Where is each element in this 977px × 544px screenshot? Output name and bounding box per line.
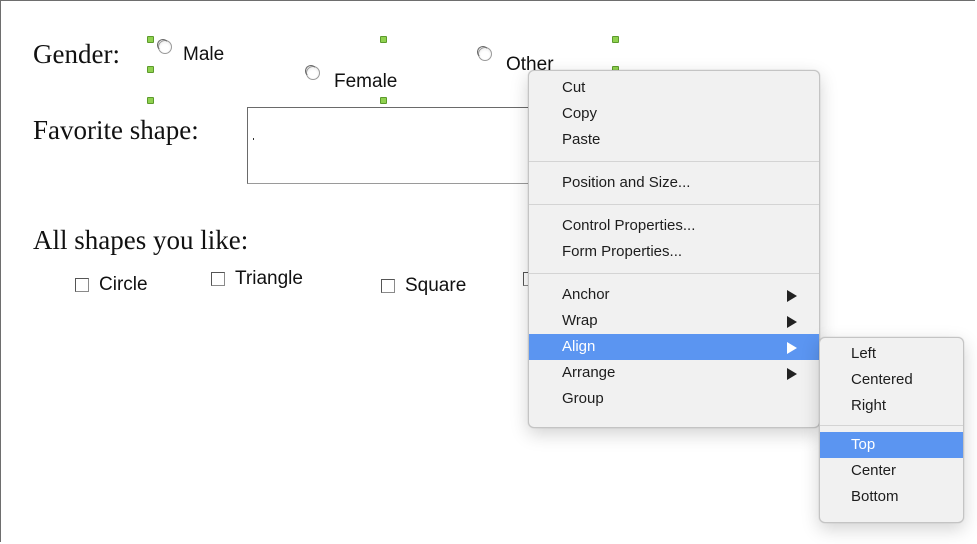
menu-item-arrange-label: Arrange xyxy=(562,364,616,381)
radio-female-label: Female xyxy=(334,71,398,92)
favorite-shape-input[interactable] xyxy=(247,107,537,184)
menu-item-control-properties[interactable]: Control Properties... xyxy=(529,213,819,239)
favorite-shape-label: Favorite shape: xyxy=(33,115,199,145)
align-right[interactable]: Right xyxy=(820,393,963,419)
align-top[interactable]: Top xyxy=(820,432,963,458)
align-left[interactable]: Left xyxy=(820,341,963,367)
menu-item-arrange[interactable]: Arrange xyxy=(529,360,819,386)
all-shapes-label: All shapes you like: xyxy=(33,225,249,255)
menu-item-wrap[interactable]: Wrap xyxy=(529,308,819,334)
menu-item-paste[interactable]: Paste xyxy=(529,127,819,153)
menu-item-wrap-label: Wrap xyxy=(562,312,598,329)
align-bottom[interactable]: Bottom xyxy=(820,484,963,510)
selection-handle[interactable] xyxy=(147,97,154,104)
menu-item-copy[interactable]: Copy xyxy=(529,101,819,127)
menu-item-anchor[interactable]: Anchor xyxy=(529,282,819,308)
align-submenu: Left Centered Right Top Center Bottom xyxy=(819,337,964,523)
checkbox-square[interactable] xyxy=(381,279,395,293)
selection-handle[interactable] xyxy=(380,36,387,43)
radio-male-label: Male xyxy=(183,44,225,65)
radio-male[interactable] xyxy=(158,40,172,54)
checkbox-circle-label: Circle xyxy=(99,274,148,295)
menu-item-align[interactable]: Align xyxy=(529,334,819,360)
checkbox-triangle-label: Triangle xyxy=(235,268,303,289)
align-centered[interactable]: Centered xyxy=(820,367,963,393)
menu-item-cut[interactable]: Cut xyxy=(529,75,819,101)
menu-separator xyxy=(529,204,819,205)
selection-handle[interactable] xyxy=(147,66,154,73)
checkbox-circle[interactable] xyxy=(75,278,89,292)
submenu-arrow-icon xyxy=(787,316,797,328)
menu-item-group[interactable]: Group xyxy=(529,386,819,412)
menu-item-align-label: Align xyxy=(562,338,596,355)
menu-item-form-properties[interactable]: Form Properties... xyxy=(529,239,819,265)
gender-label: Gender: xyxy=(33,39,120,69)
menu-item-anchor-label: Anchor xyxy=(562,286,610,303)
checkbox-square-label: Square xyxy=(405,275,467,296)
align-center[interactable]: Center xyxy=(820,458,963,484)
context-menu: Cut Copy Paste Position and Size... Cont… xyxy=(528,70,820,428)
selection-handle[interactable] xyxy=(380,97,387,104)
submenu-arrow-icon xyxy=(787,290,797,302)
checkbox-triangle[interactable] xyxy=(211,272,225,286)
radio-other[interactable] xyxy=(478,47,492,61)
text-caret xyxy=(253,138,254,140)
menu-item-position-and-size[interactable]: Position and Size... xyxy=(529,170,819,196)
menu-separator xyxy=(529,161,819,162)
submenu-arrow-icon xyxy=(787,368,797,380)
menu-separator xyxy=(820,425,963,426)
radio-female[interactable] xyxy=(306,66,320,80)
selection-handle[interactable] xyxy=(147,36,154,43)
menu-separator xyxy=(529,273,819,274)
submenu-arrow-icon xyxy=(787,342,797,354)
selection-handle[interactable] xyxy=(612,36,619,43)
